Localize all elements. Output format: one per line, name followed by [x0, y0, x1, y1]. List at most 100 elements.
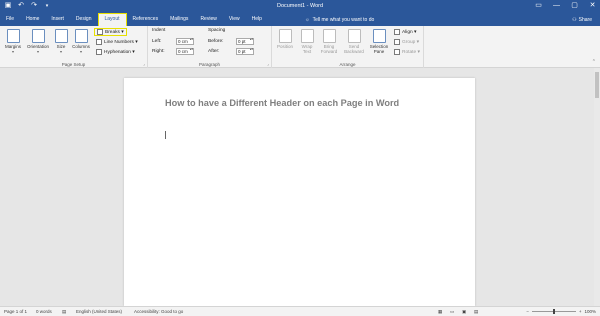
selection-pane-icon: [372, 29, 386, 43]
scrollbar-thumb[interactable]: [595, 72, 599, 98]
position-icon: [278, 29, 292, 43]
columns-button[interactable]: Columns ▾: [70, 29, 92, 54]
paragraph-launcher-icon[interactable]: ⌟: [267, 61, 269, 66]
share-button[interactable]: ⚇ Share: [572, 17, 592, 23]
read-mode-icon[interactable]: ▭: [450, 309, 454, 315]
group-button[interactable]: Group ▾: [394, 38, 419, 46]
print-layout-icon[interactable]: ▣: [462, 309, 466, 315]
orientation-icon: [31, 29, 45, 43]
margins-icon: [6, 29, 20, 43]
margins-dropdown-icon: ▾: [11, 49, 14, 54]
lightbulb-icon: ☼: [305, 17, 310, 23]
line-numbers-label: Line Numbers ▾: [104, 39, 138, 45]
send-backward-button[interactable]: Send Backward: [342, 29, 366, 54]
language-indicator[interactable]: English (United States): [76, 309, 122, 314]
window-controls: ▭ — ▢ ✕: [534, 1, 597, 11]
margins-button[interactable]: Margins ▾: [4, 29, 22, 54]
close-icon[interactable]: ✕: [588, 1, 597, 11]
breaks-icon: [97, 29, 103, 35]
share-label: Share: [578, 17, 592, 23]
spacing-after-label: After:: [208, 49, 220, 54]
indent-left-label: Left:: [152, 39, 162, 44]
group-label: Group ▾: [402, 39, 420, 45]
focus-mode-icon[interactable]: ▦: [438, 309, 442, 315]
line-numbers-button[interactable]: Line Numbers ▾: [96, 38, 138, 46]
document-canvas: How to have a Different Header on each P…: [0, 68, 600, 306]
wrap-text-button[interactable]: Wrap Text: [298, 29, 316, 54]
wrap-text-icon: [300, 29, 314, 43]
indent-right-input[interactable]: 0 cm: [176, 48, 194, 55]
rotate-label: Rotate ▾: [402, 49, 420, 55]
bring-forward-label: Bring Forward: [320, 44, 338, 54]
tab-review[interactable]: Review: [194, 13, 222, 26]
person-icon: ⚇: [572, 17, 577, 23]
indent-left-input[interactable]: 0 cm: [176, 38, 194, 45]
word-count[interactable]: 0 words: [36, 309, 52, 314]
vertical-scrollbar[interactable]: [594, 68, 600, 306]
zoom-slider[interactable]: [531, 309, 576, 314]
size-button[interactable]: Size ▾: [54, 29, 68, 54]
collapse-ribbon-icon[interactable]: ⌃: [592, 59, 596, 65]
page-setup-group-label: Page Setup: [61, 62, 86, 67]
breaks-button[interactable]: Breaks ▾: [94, 28, 127, 36]
tab-file[interactable]: File: [0, 13, 20, 26]
orientation-dropdown-icon: ▾: [36, 49, 39, 54]
columns-icon: [74, 29, 88, 43]
position-label: Position: [276, 44, 293, 49]
zoom-level[interactable]: 100%: [584, 309, 596, 314]
size-icon: [54, 29, 68, 43]
tab-design[interactable]: Design: [70, 13, 98, 26]
tell-me-text: Tell me what you want to do: [312, 17, 375, 23]
rotate-button[interactable]: Rotate ▾: [394, 48, 420, 56]
rotate-icon: [394, 49, 400, 55]
minimize-icon[interactable]: —: [552, 1, 561, 11]
zoom-out-icon[interactable]: −: [526, 309, 529, 314]
align-icon: [394, 29, 400, 35]
ribbon: Margins ▾ Orientation ▾ Size ▾ Columns ▾…: [0, 26, 600, 68]
text-cursor: [165, 131, 166, 139]
align-label: Align ▾: [402, 29, 417, 35]
tab-mailings[interactable]: Mailings: [164, 13, 194, 26]
spacing-before-input[interactable]: 0 pt: [236, 38, 254, 45]
document-heading[interactable]: How to have a Different Header on each P…: [165, 98, 399, 108]
page-setup-group: Margins ▾ Orientation ▾ Size ▾ Columns ▾…: [0, 26, 148, 68]
send-backward-icon: [347, 29, 361, 43]
arrange-group-label: Arrange: [339, 62, 356, 67]
tell-me-search[interactable]: ☼ Tell me what you want to do: [305, 17, 374, 23]
ribbon-display-icon[interactable]: ▭: [534, 1, 543, 11]
selection-pane-button[interactable]: Selection Pane: [368, 29, 390, 54]
orientation-button[interactable]: Orientation ▾: [24, 29, 52, 54]
tab-references[interactable]: References: [127, 13, 165, 26]
columns-dropdown-icon: ▾: [79, 49, 82, 54]
position-button[interactable]: Position: [274, 29, 296, 49]
page-count[interactable]: Page 1 of 1: [4, 309, 27, 314]
spacing-after-input[interactable]: 0 pt: [236, 48, 254, 55]
selection-pane-label: Selection Pane: [369, 44, 389, 54]
bring-forward-icon: [322, 29, 336, 43]
tab-help[interactable]: Help: [246, 13, 268, 26]
spacing-heading: Spacing: [208, 28, 226, 33]
tab-layout[interactable]: Layout: [97, 13, 127, 26]
page-setup-launcher-icon[interactable]: ⌟: [143, 61, 145, 66]
line-numbers-icon: [96, 39, 102, 45]
tab-insert[interactable]: Insert: [45, 13, 70, 26]
document-page[interactable]: How to have a Different Header on each P…: [124, 78, 475, 306]
tab-view[interactable]: View: [223, 13, 246, 26]
size-dropdown-icon: ▾: [59, 49, 62, 54]
title-bar: ▣ ↶ ↷ ▾ Document1 - Word ▭ — ▢ ✕: [0, 0, 600, 13]
align-button[interactable]: Align ▾: [394, 28, 416, 36]
accessibility-indicator[interactable]: Accessibility: Good to go: [134, 309, 183, 314]
maximize-icon[interactable]: ▢: [570, 1, 579, 11]
proofing-icon[interactable]: ▤: [62, 309, 66, 315]
indent-right-label: Right:: [152, 49, 165, 54]
bring-forward-button[interactable]: Bring Forward: [318, 29, 340, 54]
zoom-in-icon[interactable]: +: [579, 309, 582, 314]
hyphenation-label: Hyphenation ▾: [104, 49, 135, 55]
group-icon: [394, 39, 400, 45]
wrap-text-label: Wrap Text: [301, 44, 313, 54]
tab-home[interactable]: Home: [20, 13, 45, 26]
zoom-slider-knob[interactable]: [552, 309, 555, 314]
web-layout-icon[interactable]: ▤: [474, 309, 478, 315]
hyphenation-button[interactable]: Hyphenation ▾: [96, 48, 135, 56]
hyphenation-icon: [96, 49, 102, 55]
